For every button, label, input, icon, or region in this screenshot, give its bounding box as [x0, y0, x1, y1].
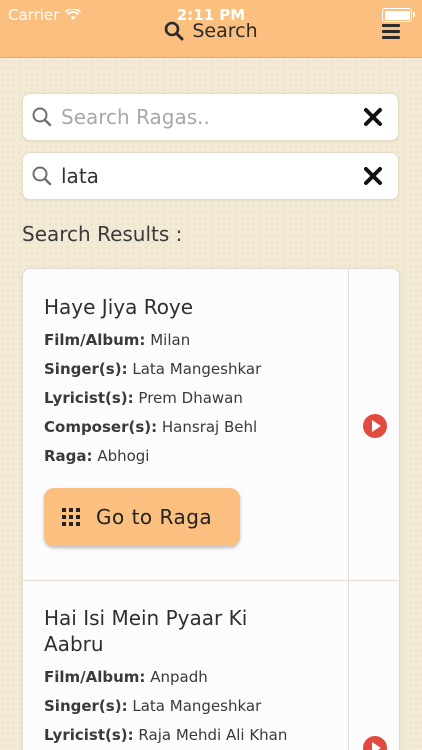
singer-value: Lata Mangeshkar [132, 360, 262, 378]
search-icon [165, 21, 184, 41]
lyricist-label: Lyricist(s): [44, 389, 134, 407]
navigation-bar: Carrier 2:11 PM Search [0, 0, 422, 58]
play-button[interactable] [363, 736, 387, 750]
lyricist-row: Lyricist(s): Prem Dhawan [44, 389, 243, 407]
singer-value: Lata Mangeshkar [132, 697, 262, 715]
grid-icon [62, 508, 80, 526]
film-row: Film/Album: Anpadh [44, 668, 208, 686]
search-icon [32, 166, 52, 186]
page-title: Search [0, 20, 422, 42]
song-title-line: Hai Isi Mein Pyaar Ki [44, 606, 248, 630]
singer-row: Singer(s): Lata Mangeshkar [44, 697, 261, 715]
song-title: Hai Isi Mein Pyaar Ki Aabru [44, 605, 247, 657]
singer-label: Singer(s): [44, 360, 128, 378]
divider [348, 269, 349, 750]
singer-label: Singer(s): [44, 697, 128, 715]
hamburger-icon [382, 24, 400, 27]
film-row: Film/Album: Milan [44, 331, 190, 349]
search-icon [32, 107, 52, 127]
film-value: Milan [150, 331, 191, 349]
divider [23, 580, 399, 581]
film-label: Film/Album: [44, 331, 146, 349]
menu-button[interactable] [382, 24, 400, 40]
raga-search-field [22, 93, 399, 141]
clear-song-search-button[interactable] [362, 165, 384, 187]
song-title-line: Aabru [44, 632, 104, 656]
raga-value: Abhogi [97, 447, 150, 465]
film-label: Film/Album: [44, 668, 146, 686]
singer-row: Singer(s): Lata Mangeshkar [44, 360, 261, 378]
raga-row: Raga: Abhogi [44, 447, 149, 465]
film-value: Anpadh [150, 668, 208, 686]
go-to-raga-label: Go to Raga [96, 505, 213, 529]
clear-raga-search-button[interactable] [362, 106, 384, 128]
composer-label: Composer(s): [44, 418, 158, 436]
lyricist-row: Lyricist(s): Raja Mehdi Ali Khan [44, 726, 287, 744]
play-button[interactable] [363, 414, 387, 438]
go-to-raga-button[interactable]: Go to Raga [44, 488, 240, 546]
song-title: Haye Jiya Roye [44, 295, 194, 319]
results-list: Haye Jiya Roye Film/Album: Milan Singer(… [22, 268, 400, 750]
lyricist-value: Prem Dhawan [138, 389, 243, 407]
lyricist-value: Raja Mehdi Ali Khan [138, 726, 288, 744]
lyricist-label: Lyricist(s): [44, 726, 134, 744]
song-search-input[interactable] [61, 164, 351, 188]
raga-search-input[interactable] [61, 105, 351, 129]
composer-row: Composer(s): Hansraj Behl [44, 418, 257, 436]
page-title-label: Search [192, 20, 258, 42]
results-heading: Search Results : [22, 222, 183, 246]
song-search-field [22, 152, 399, 200]
raga-label: Raga: [44, 447, 93, 465]
composer-value: Hansraj Behl [161, 418, 258, 436]
